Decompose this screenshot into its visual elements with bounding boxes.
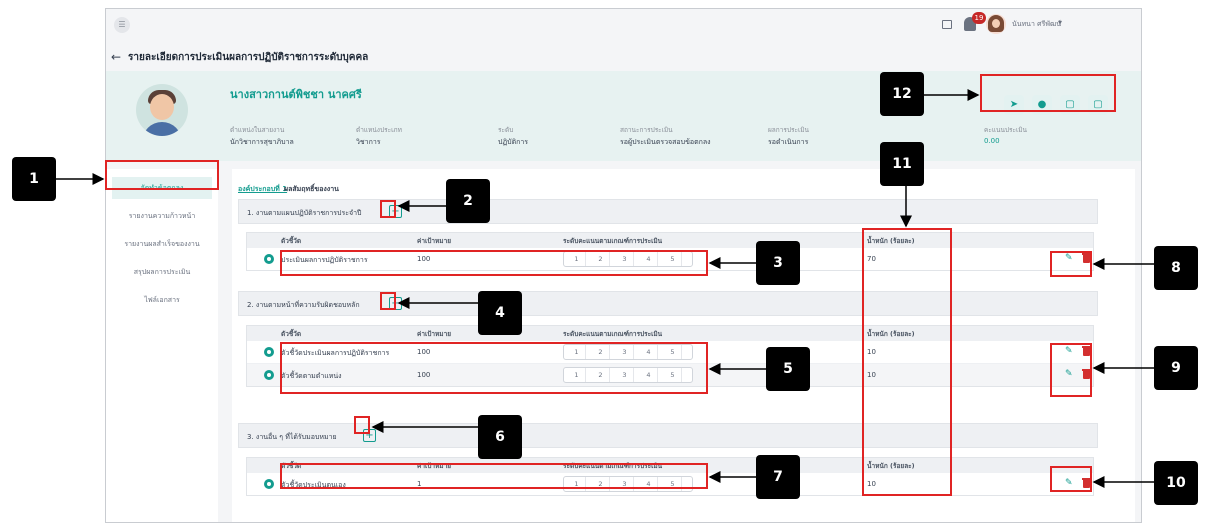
annotation-arrows bbox=[56, 89, 1154, 488]
